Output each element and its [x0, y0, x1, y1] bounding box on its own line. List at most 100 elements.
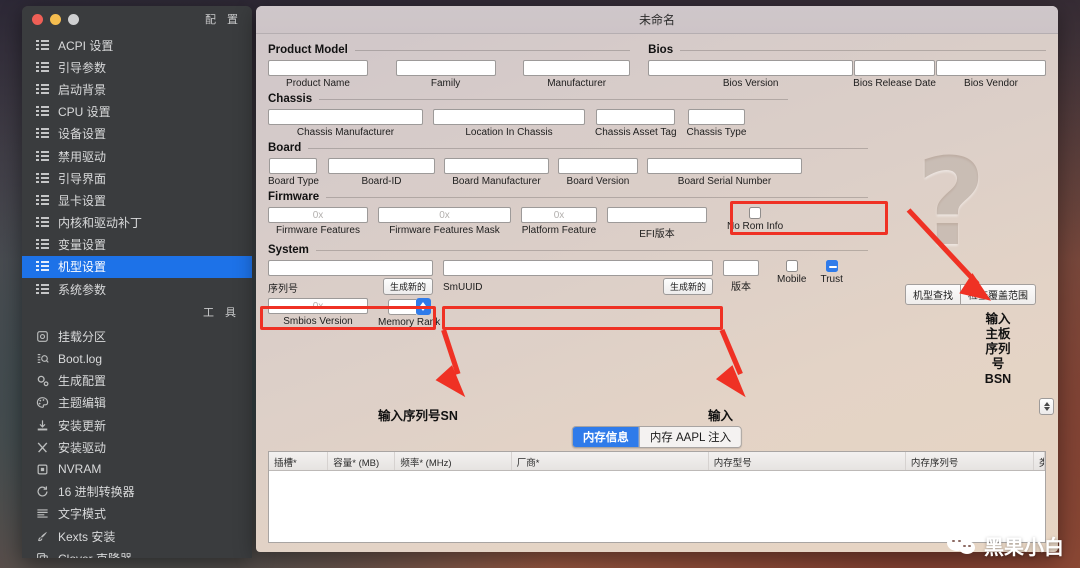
firmware-label-0: Firmware Features — [276, 225, 360, 236]
system-version-label: 版本 — [731, 282, 751, 293]
firmware-input-1[interactable] — [378, 207, 511, 223]
sidebar-item-2[interactable]: 启动背景 — [22, 78, 252, 100]
sidebar-item-7[interactable]: 显卡设置 — [22, 189, 252, 211]
firmware-input-2[interactable] — [521, 207, 597, 223]
sidebar-tool-0[interactable]: 挂载分区 — [22, 325, 252, 347]
sidebar-item-10[interactable]: 机型设置 — [22, 255, 252, 279]
sidebar-tool-2[interactable]: 生成配置 — [22, 370, 252, 392]
scroll-stepper[interactable] — [1039, 398, 1054, 415]
product-model-label-0: Product Name — [286, 78, 350, 89]
sidebar-tool-label: 16 进制转换器 — [58, 485, 135, 500]
board-input-4[interactable] — [646, 158, 802, 174]
sidebar-item-6[interactable]: 引导界面 — [22, 167, 252, 189]
memory-tab-1[interactable]: 内存 AAPL 注入 — [638, 427, 742, 447]
list-icon — [36, 172, 49, 185]
maximize-button[interactable] — [68, 13, 79, 25]
chassis-input-1[interactable] — [433, 109, 585, 125]
palette-icon — [36, 396, 49, 409]
system-version-input[interactable] — [723, 260, 759, 276]
chassis-field-1: Location In Chassis — [433, 109, 585, 138]
sidebar-titlebar: 配 置 — [22, 6, 252, 32]
sidebar-item-5[interactable]: 禁用驱动 — [22, 145, 252, 167]
minimize-button[interactable] — [50, 13, 61, 25]
sidebar-item-0[interactable]: ACPI 设置 — [22, 34, 252, 56]
bsn-note-line: 号 — [991, 357, 1005, 371]
bios-input-0[interactable] — [648, 60, 854, 76]
sidebar-item-8[interactable]: 内核和驱动补丁 — [22, 212, 252, 234]
sidebar-item-11[interactable]: 系统参数 — [22, 278, 252, 300]
trust-label: Trust — [820, 274, 843, 285]
generate-smuuid-button[interactable]: 生成新的 — [662, 278, 713, 295]
memory-column-header-2[interactable]: 频率* (MHz) — [395, 452, 512, 470]
memory-column-header-4[interactable]: 内存型号 — [709, 452, 906, 470]
sidebar-tool-7[interactable]: 16 进制转换器 — [22, 481, 252, 503]
sidebar-tools-list: 挂载分区 Boot.log 生成配置主题编辑安装更新 安装驱动 NVRAM 16 进制转换… — [22, 323, 252, 558]
bsn-note-line: BSN — [984, 372, 1012, 386]
disk-icon — [36, 330, 49, 343]
memory-rank-input[interactable] — [387, 298, 416, 315]
sidebar-item-label: 设备设置 — [58, 127, 107, 142]
refresh-icon — [36, 485, 49, 498]
bios-input-1[interactable] — [854, 60, 936, 76]
sidebar-item-3[interactable]: CPU 设置 — [22, 101, 252, 123]
board-input-3[interactable] — [557, 158, 638, 174]
mobile-checkbox[interactable] — [785, 260, 798, 272]
sidebar-tool-5[interactable]: 安装驱动 — [22, 436, 252, 458]
memory-rank-stepper[interactable] — [415, 298, 431, 315]
sidebar-tool-label: 主题编辑 — [58, 396, 107, 411]
product-model-input-0[interactable] — [268, 60, 368, 76]
product-model-input-1[interactable] — [395, 60, 496, 76]
serial-annotation-label: 输入序列号SN — [378, 409, 458, 423]
firmware-input-0[interactable] — [268, 207, 368, 223]
bios-fields: Bios Version Bios Release Date Bios Vendor — [648, 60, 1046, 89]
config-sidebar-window: 配 置 ACPI 设置 引导参数 启动背景 CPU 设置设备设置禁用驱动 引导界面显卡设… — [22, 6, 252, 558]
generate-serial-button[interactable]: 生成新的 — [382, 278, 433, 295]
sidebar-tool-1[interactable]: Boot.log — [22, 347, 252, 369]
chassis-input-2[interactable] — [596, 109, 676, 125]
product-model-fields: Product Name Family Manufacturer — [268, 60, 631, 89]
sidebar-tool-6[interactable]: NVRAM — [22, 458, 252, 480]
memory-column-header-1[interactable]: 容量* (MB) — [328, 452, 396, 470]
side-button-1[interactable]: 检查覆盖范围 — [961, 284, 1036, 305]
serial-number-input[interactable] — [268, 260, 433, 276]
sidebar-item-4[interactable]: 设备设置 — [22, 123, 252, 145]
memory-column-header-0[interactable]: 插槽* — [269, 452, 329, 470]
bsn-note-line: 输入 — [985, 312, 1011, 326]
firmware-input-3[interactable] — [607, 207, 707, 223]
chassis-input-0[interactable] — [268, 109, 423, 125]
sidebar-tool-8[interactable]: 文字模式 — [22, 503, 252, 525]
no-rom-info-checkbox[interactable] — [749, 207, 762, 219]
sidebar-item-label: 变量设置 — [58, 238, 107, 253]
product-model-field-0: Product Name — [268, 60, 368, 89]
sidebar-tool-10[interactable]: Clover 克隆器 — [22, 547, 252, 558]
chassis-input-3[interactable] — [687, 109, 745, 125]
chassis-label-2: Chassis Asset Tag — [595, 127, 677, 138]
trust-checkbox[interactable] — [825, 260, 838, 272]
sidebar-tool-4[interactable]: 安装更新 — [22, 414, 252, 436]
bios-input-2[interactable] — [936, 60, 1046, 76]
memory-table-body[interactable] — [269, 471, 1045, 542]
memory-column-header-5[interactable]: 内存序列号 — [906, 452, 1034, 470]
close-button[interactable] — [32, 13, 43, 25]
sidebar-item-1[interactable]: 引导参数 — [22, 56, 252, 78]
sidebar-item-9[interactable]: 变量设置 — [22, 234, 252, 256]
no-rom-info-label: No Rom Info — [727, 221, 784, 232]
window-title: 未命名 — [638, 13, 675, 27]
memory-tab-0[interactable]: 内存信息 — [572, 427, 639, 447]
sidebar-item-label: 显卡设置 — [58, 193, 107, 208]
memory-column-header-6[interactable]: 类型* — [1034, 452, 1045, 470]
question-mark-graphic: ? — [916, 134, 986, 273]
board-input-2[interactable] — [443, 158, 549, 174]
board-input-0[interactable] — [269, 158, 318, 174]
sidebar-tool-3[interactable]: 主题编辑 — [22, 392, 252, 414]
trust-field: Trust — [820, 260, 843, 285]
side-button-0[interactable]: 机型查找 — [905, 284, 961, 305]
memory-column-header-3[interactable]: 厂商* — [512, 452, 709, 470]
window-traffic-lights[interactable] — [32, 13, 79, 25]
product-model-input-2[interactable] — [523, 60, 631, 76]
smbios-version-input[interactable] — [268, 298, 368, 314]
bios-label-1: Bios Release Date — [853, 78, 936, 89]
sidebar-tool-9[interactable]: Kexts 安装 — [22, 525, 252, 547]
board-input-1[interactable] — [327, 158, 435, 174]
smuuid-input[interactable] — [443, 260, 713, 276]
